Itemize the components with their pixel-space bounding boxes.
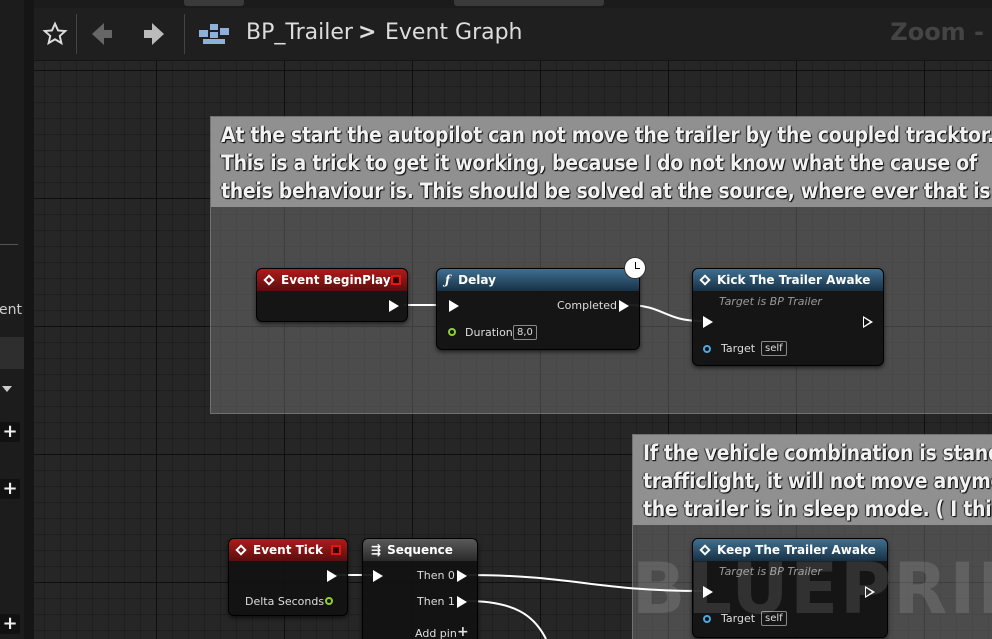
node-title: Kick The Trailer Awake — [717, 273, 871, 287]
completed-pin[interactable] — [619, 300, 629, 312]
toolbar-separator — [76, 14, 77, 54]
delta-seconds-pin[interactable] — [325, 597, 333, 605]
add-variable-button[interactable]: + — [0, 422, 20, 442]
splitter[interactable] — [24, 0, 34, 639]
breadcrumb-separator: > — [358, 20, 377, 45]
function-call-icon — [699, 274, 711, 286]
tab[interactable] — [184, 0, 244, 6]
document-tabs — [34, 0, 992, 8]
forward-arrow-icon — [144, 23, 164, 45]
duration-input[interactable]: 8,0 — [513, 325, 537, 340]
node-header: ⇶ Sequence — [363, 539, 477, 561]
exec-out-pin[interactable] — [327, 570, 337, 582]
add-macro-button[interactable]: + — [0, 614, 20, 634]
graph-toolbar: BP_Trailer > Event Graph Zoom - — [34, 8, 992, 61]
then-0-label: Then 0 — [417, 569, 455, 582]
node-title: Delay — [458, 273, 496, 287]
clipped-label: ent) — [0, 302, 22, 318]
kick-trailer-awake-node[interactable]: Kick The Trailer Awake Target is BP Trai… — [692, 268, 884, 366]
event-icon — [235, 544, 247, 556]
node-title: Event BeginPlay — [281, 273, 391, 287]
tab[interactable] — [454, 0, 604, 6]
target-label: Target — [721, 342, 756, 355]
event-tick-node[interactable]: Event Tick Delta Seconds — [228, 538, 348, 616]
output-delegate-icon[interactable] — [391, 275, 401, 285]
star-icon — [42, 21, 68, 46]
back-button[interactable] — [86, 8, 118, 60]
then-1-label: Then 1 — [417, 595, 455, 608]
blueprint-watermark: BLUEPRINT — [632, 548, 992, 630]
event-beginplay-node[interactable]: Event BeginPlay — [256, 268, 408, 322]
favorite-button[interactable] — [40, 8, 70, 60]
duration-label: Duration — [465, 326, 513, 339]
add-pin-button[interactable]: Add pin — [415, 627, 457, 639]
exec-in-pin[interactable] — [449, 300, 459, 312]
back-arrow-icon — [92, 23, 112, 45]
duration-pin[interactable] — [448, 328, 456, 336]
graph-type-button[interactable] — [196, 8, 232, 60]
sequence-icon: ⇶ — [371, 543, 382, 557]
zoom-label: Zoom - — [890, 18, 984, 46]
breadcrumb-graph[interactable]: Event Graph — [385, 20, 523, 45]
clock-icon — [624, 257, 646, 279]
then-0-pin[interactable] — [457, 570, 467, 582]
exec-out-pin[interactable] — [863, 316, 873, 328]
breadcrumb-blueprint[interactable]: BP_Trailer — [246, 20, 353, 45]
exec-out-pin[interactable] — [389, 300, 399, 312]
exec-in-pin[interactable] — [373, 570, 383, 582]
function-icon: ƒ — [445, 273, 451, 287]
forward-button[interactable] — [138, 8, 170, 60]
target-pin[interactable] — [703, 345, 711, 353]
delta-seconds-label: Delta Seconds — [245, 595, 325, 608]
blueprint-graph-icon — [199, 24, 229, 44]
details-panel-edge: ent) + + + — [0, 0, 25, 639]
sequence-node[interactable]: ⇶ Sequence Then 0 Then 1 Add pin + — [362, 538, 478, 639]
output-delegate-icon[interactable] — [331, 545, 341, 555]
completed-label: Completed — [557, 299, 617, 312]
graph-canvas[interactable]: At the start the autopilot can not move … — [34, 0, 992, 639]
toolbar-separator — [184, 14, 185, 54]
node-subtitle: Target is BP Trailer — [719, 295, 822, 308]
dropdown-arrow-icon[interactable] — [2, 386, 12, 392]
selected-row[interactable] — [0, 337, 24, 369]
delay-node[interactable]: ƒ Delay Completed Duration 8,0 — [436, 268, 640, 350]
node-header: Event BeginPlay — [257, 269, 407, 291]
event-icon — [263, 274, 275, 286]
then-1-pin[interactable] — [457, 596, 467, 608]
plus-icon[interactable]: + — [457, 624, 469, 639]
node-header: ƒ Delay — [437, 269, 639, 291]
panel-divider — [0, 244, 18, 245]
node-title: Sequence — [387, 543, 453, 557]
node-title: Event Tick — [253, 543, 324, 557]
add-function-button[interactable]: + — [0, 479, 20, 499]
exec-in-pin[interactable] — [703, 316, 713, 328]
node-header: Event Tick — [229, 539, 347, 561]
target-value[interactable]: self — [761, 341, 787, 356]
node-header: Kick The Trailer Awake — [693, 269, 883, 291]
